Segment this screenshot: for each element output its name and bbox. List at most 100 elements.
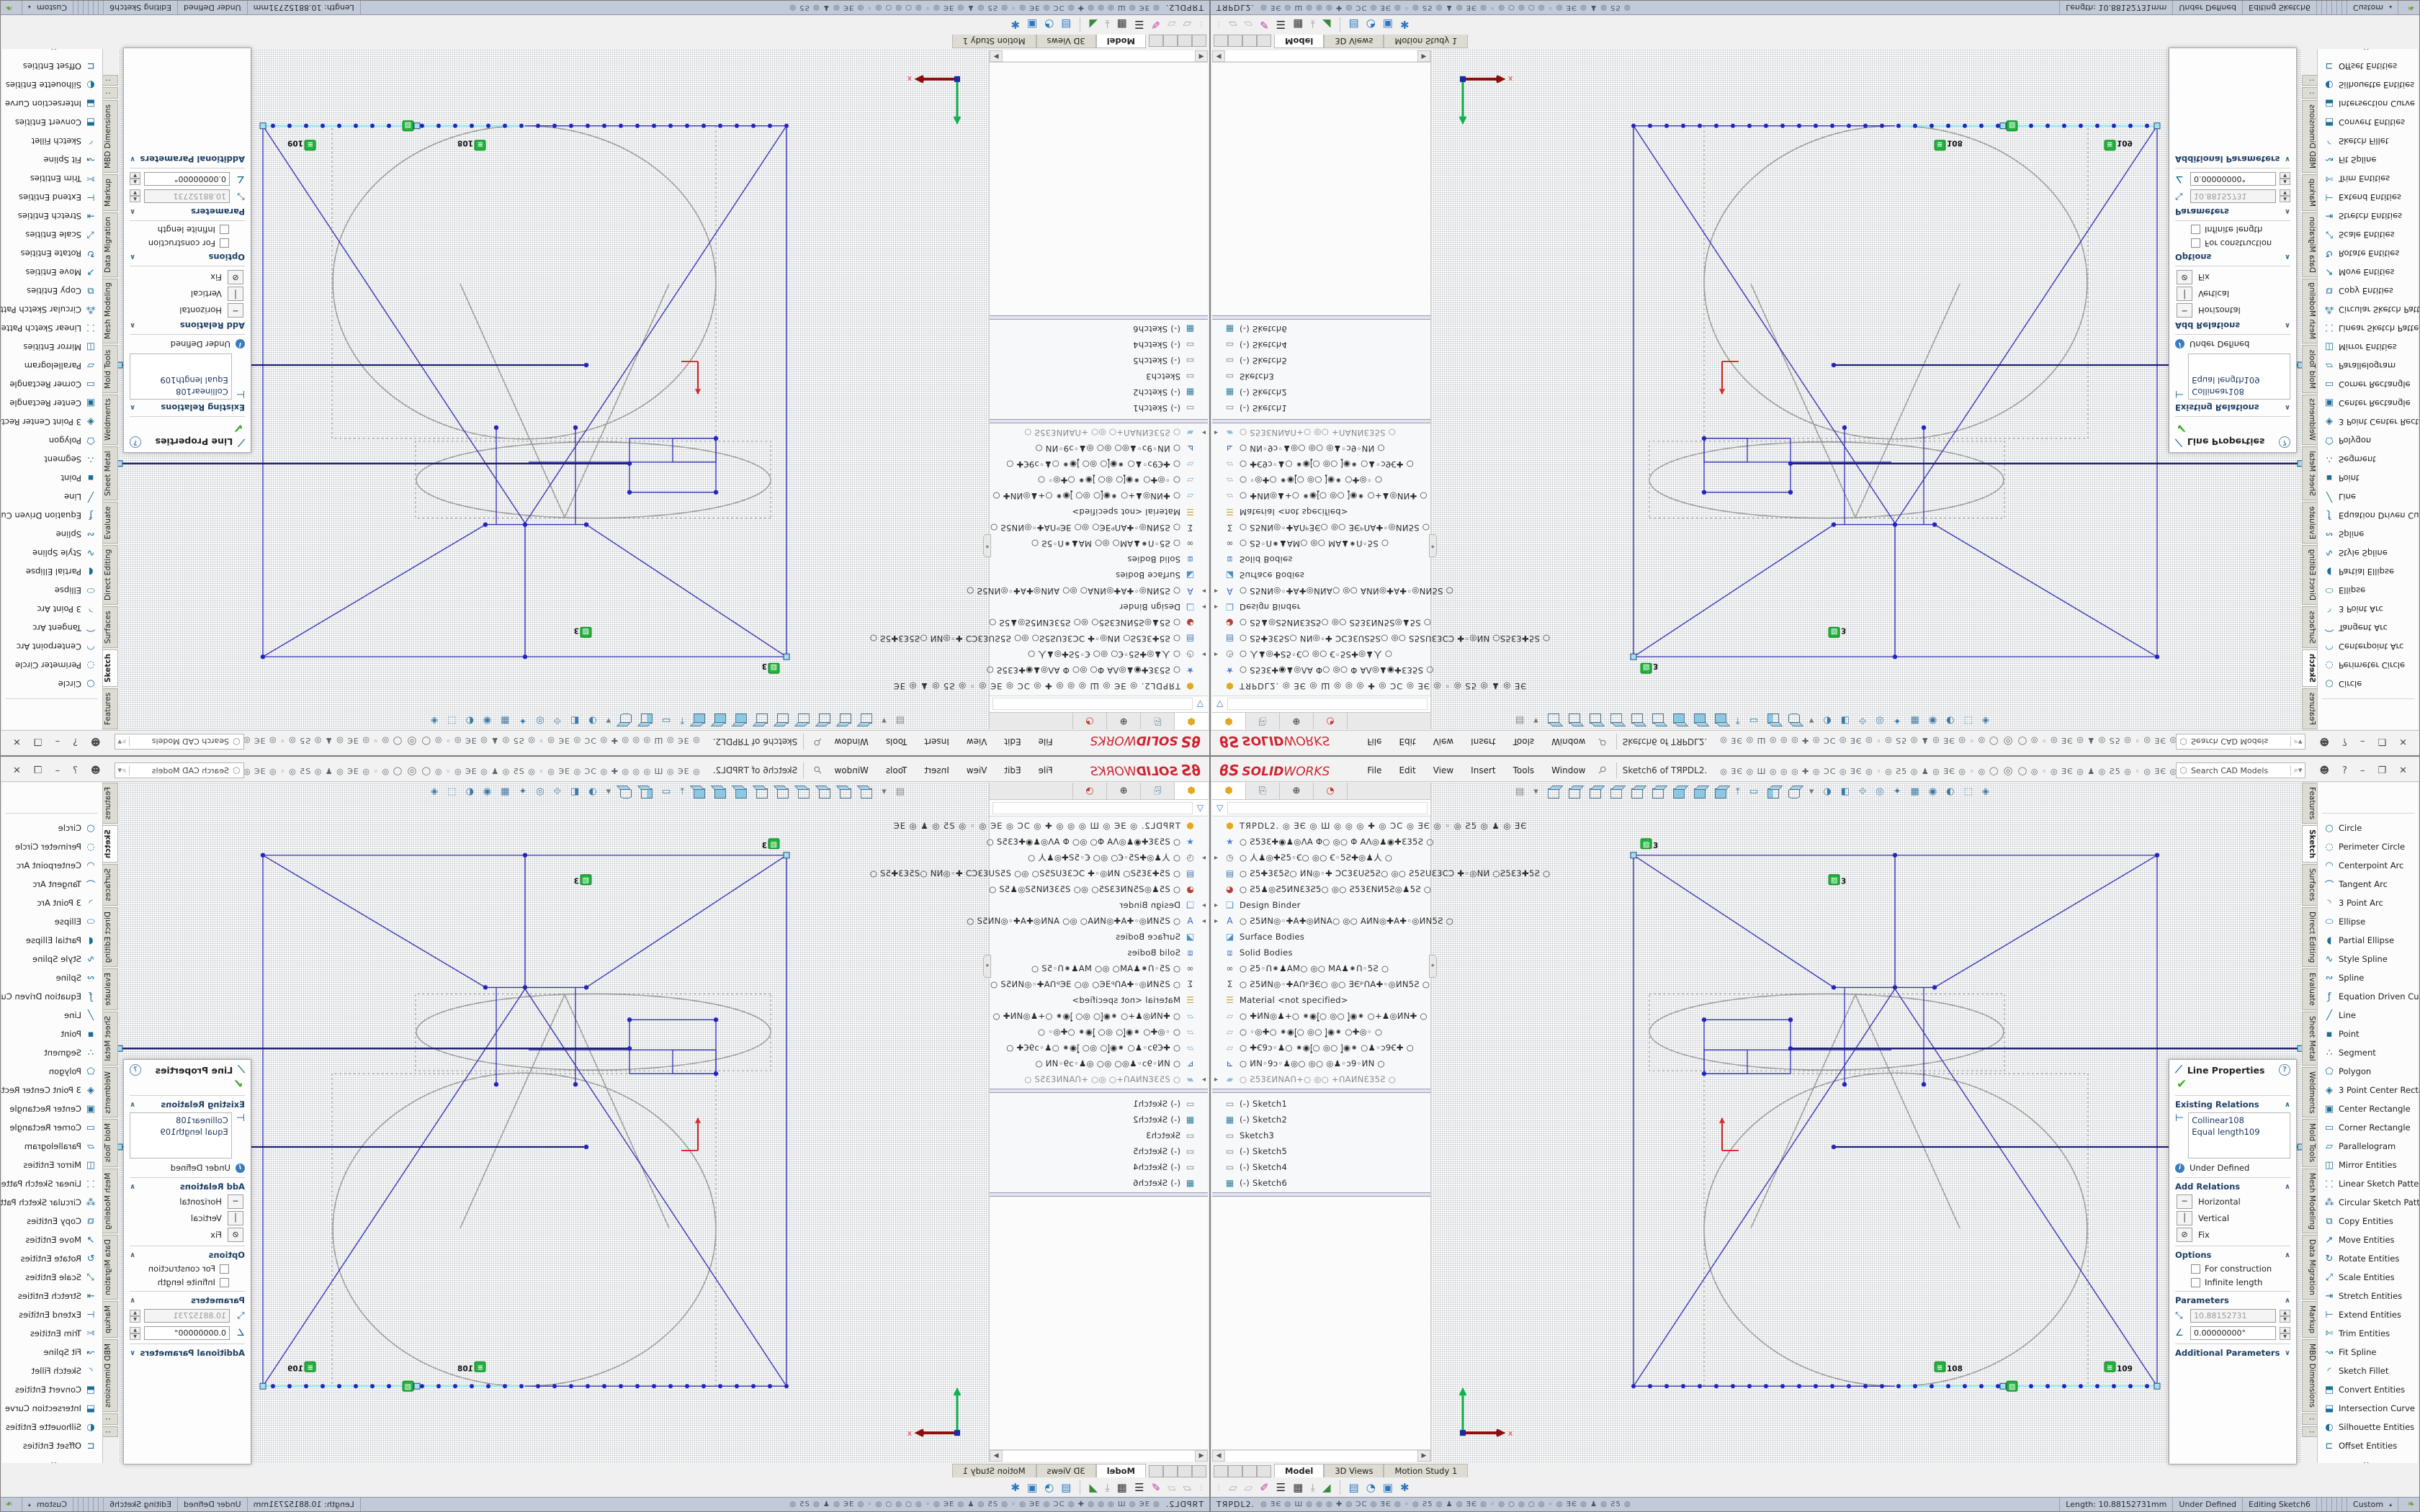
- relation-button[interactable]: ⊘Fix: [2177, 1228, 2290, 1242]
- sketch-point[interactable]: [470, 124, 474, 128]
- menu-item[interactable]: Window: [826, 762, 877, 778]
- tree-row[interactable]: ▸▰○ Ƨ53ƐИNAՈ+○ ◎○ +ՈAИNƐ35Ƨ ○: [990, 1071, 1208, 1087]
- sketch-point[interactable]: [370, 124, 375, 128]
- bottom-toolbar-icon[interactable]: ☰: [1276, 1481, 1286, 1494]
- menu-item[interactable]: View: [1425, 734, 1462, 750]
- relation-item[interactable]: Equal length109: [133, 1126, 228, 1138]
- command-tab[interactable]: Markup: [2302, 174, 2317, 211]
- account-icon[interactable]: ☻: [84, 764, 107, 778]
- search-box[interactable]: ⬡ Search CAD Models ⌕▾: [115, 762, 244, 778]
- sketch-tool[interactable]: ▭Corner Rectangle: [2, 375, 102, 394]
- tree-horizontal-scrollbar[interactable]: ◀ ▶: [1212, 1449, 1430, 1462]
- sketch-rect[interactable]: [1704, 1050, 1747, 1074]
- sketch-point[interactable]: [685, 124, 689, 128]
- selection-handle[interactable]: [118, 362, 122, 368]
- sketch-tool[interactable]: ▱Parallelogram: [2318, 356, 2418, 375]
- selection-handle[interactable]: [784, 654, 789, 660]
- selection-handle[interactable]: [118, 461, 122, 467]
- pin-icon[interactable]: ⚲: [811, 764, 825, 778]
- sketch-point[interactable]: [1847, 124, 1851, 128]
- motion-nav-button[interactable]: [1163, 35, 1178, 47]
- expand-arrow-icon[interactable]: ▸: [1202, 901, 1206, 909]
- motion-nav-button[interactable]: [1214, 35, 1228, 47]
- angle-input[interactable]: 0.00000000°: [144, 172, 230, 186]
- sketch-point[interactable]: [2112, 124, 2116, 128]
- sketch-tool[interactable]: ⁂Circular Sketch Pattern: [2318, 1193, 2418, 1212]
- sketch-point[interactable]: [652, 124, 656, 128]
- motion-nav-button[interactable]: [1149, 35, 1163, 47]
- sketch-tool[interactable]: ◈3 Point Center Recta...: [2, 413, 102, 431]
- relation-button-icon[interactable]: │: [2177, 287, 2192, 301]
- panel-collapse-handle[interactable]: [1429, 955, 1437, 978]
- tree-row[interactable]: Σ○ Ƨ5ИN◎◦✚AՈᵖƎЄ○ ◎○ ƎЄᵖՈA✚◦◎ИN5Ƨ ○: [990, 520, 1208, 536]
- sketch-point[interactable]: [287, 1384, 292, 1388]
- sketch-vertex[interactable]: [1932, 985, 1937, 989]
- scroll-track[interactable]: [1225, 50, 1417, 62]
- status-cell[interactable]: Custom▴: [22, 1, 73, 14]
- bottom-toolbar-icon[interactable]: ▱: [1245, 18, 1253, 31]
- scroll-track[interactable]: [1003, 1450, 1195, 1462]
- close-button[interactable]: ✕: [6, 764, 27, 778]
- menu-item[interactable]: Insert: [915, 762, 957, 778]
- feature-tab[interactable]: ⊕: [1106, 783, 1140, 799]
- sketch-point[interactable]: [2045, 1384, 2050, 1388]
- sketch-line[interactable]: [460, 994, 565, 1228]
- expand-arrow-icon[interactable]: ▸: [1214, 429, 1218, 437]
- bottom-toolbar-icon[interactable]: ▱: [1245, 1481, 1253, 1494]
- sketch-point[interactable]: [2062, 124, 2066, 128]
- chevron-up-icon[interactable]: ∧: [2285, 208, 2290, 216]
- sketch-tool[interactable]: ▣Center Rectangle: [2318, 1099, 2418, 1118]
- selection-handle[interactable]: [1631, 654, 1636, 660]
- command-tab[interactable]: Weldments: [2302, 395, 2317, 446]
- sketch-tool[interactable]: ⧉Copy Entities: [2318, 282, 2418, 300]
- sketch-tool[interactable]: ƒEquation Driven Curve: [2318, 987, 2418, 1006]
- bottom-toolbar-icon[interactable]: ▣: [1383, 18, 1393, 31]
- length-input[interactable]: 10.88152731: [144, 189, 230, 203]
- motion-tab[interactable]: Model: [1274, 1464, 1324, 1477]
- command-tab[interactable]: Sketch: [2302, 649, 2317, 687]
- command-tab[interactable]: Sketch: [103, 649, 118, 687]
- feature-tab[interactable]: ◔: [1314, 783, 1348, 799]
- status-cell[interactable]: [2316, 1, 2321, 14]
- menu-item[interactable]: File: [1358, 734, 1390, 750]
- sketch-vertex[interactable]: [1832, 985, 1836, 989]
- motion-nav-button[interactable]: [1163, 1465, 1178, 1477]
- scroll-right-icon[interactable]: ▶: [1417, 1450, 1430, 1462]
- sketch-vertex[interactable]: [1893, 853, 1897, 858]
- command-tab[interactable]: Direct Editing: [103, 907, 118, 967]
- relation-item[interactable]: Equal length109: [2192, 374, 2287, 386]
- search-icon[interactable]: ⌕▾: [2290, 737, 2303, 747]
- account-icon[interactable]: ☻: [2313, 735, 2336, 749]
- selection-handle[interactable]: [1631, 852, 1636, 858]
- sketch-tool[interactable]: ⊏Offset Entities: [2318, 57, 2418, 76]
- status-cell[interactable]: [17, 1, 22, 14]
- menu-item[interactable]: File: [1030, 734, 1062, 750]
- sketch-line[interactable]: [586, 855, 786, 988]
- chevron-up-icon[interactable]: ∧: [130, 1183, 135, 1191]
- sketch-row[interactable]: ▭(-) Sketch5: [990, 1143, 1208, 1159]
- angle-spinner[interactable]: ▲▼: [130, 1327, 140, 1340]
- sketch-tool[interactable]: ◠Centerpoint Arc: [2318, 637, 2418, 656]
- sketch-point[interactable]: [354, 124, 358, 128]
- bottom-toolbar-icon[interactable]: ◢: [1322, 1481, 1331, 1494]
- status-cell[interactable]: Length: 10.88152731mm: [248, 1, 361, 14]
- minimize-button[interactable]: –: [49, 764, 67, 778]
- sketch-tool[interactable]: ⊢Extend Entities: [2, 1305, 102, 1324]
- sketch-tool[interactable]: ▭Corner Rectangle: [2, 1118, 102, 1137]
- tree-row[interactable]: ▸❏Design Binder: [990, 599, 1208, 615]
- tree-row[interactable]: ▤○ Ƨ5✚3Ɛ5Ƨ○ ИN◎◦✚ ƆC3ƐUƧ5Ƨ○ ◎○ Ƨ5ƧUƐ3CƆ …: [1212, 631, 1430, 647]
- motion-nav-button[interactable]: [1214, 1465, 1228, 1477]
- sketch-point[interactable]: [2112, 1384, 2116, 1388]
- menu-item[interactable]: Edit: [995, 734, 1029, 750]
- expand-arrow-icon[interactable]: ▸: [1214, 588, 1218, 595]
- tree-row[interactable]: ▱○ ✚Ꞓ9ɔ◦♟○ ⁕◉⦋○ ◎○ ⦌◉⁕ ○♟◦ɔ9Ꞓ✚ ○: [990, 1040, 1208, 1056]
- sketch-point[interactable]: [304, 124, 308, 128]
- command-tab[interactable]: Markup: [2302, 1301, 2317, 1338]
- help-icon[interactable]: ?: [2336, 764, 2354, 778]
- additional-parameters-header[interactable]: Additional Parameters∨: [2175, 1348, 2290, 1358]
- feature-tab[interactable]: ⎘: [1140, 713, 1174, 729]
- command-tab[interactable]: :: [2302, 1426, 2317, 1438]
- additional-parameters-header[interactable]: Additional Parameters∨: [130, 1348, 245, 1358]
- command-tab[interactable]: Data Migration: [2302, 1235, 2317, 1300]
- sketch-vertex[interactable]: [1893, 985, 1897, 989]
